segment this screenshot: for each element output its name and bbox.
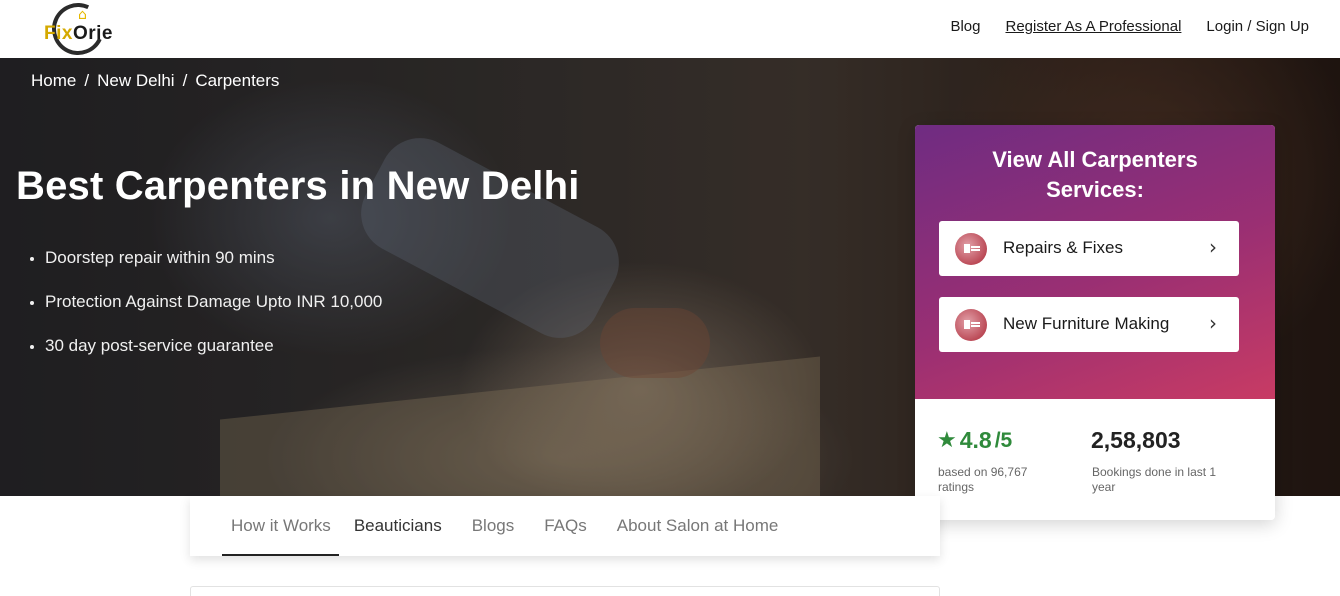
section-tabs: How it Works Beauticians Blogs FAQs Abou… (190, 496, 940, 556)
feature-item: Protection Against Damage Upto INR 10,00… (30, 292, 382, 312)
breadcrumb: Home / New Delhi / Carpenters (31, 71, 279, 91)
services-card-header: View All Carpenters Services: Repairs & … (915, 125, 1275, 399)
rating-caption: based on 96,767 ratings (938, 465, 1028, 494)
chevron-right-icon: › (1209, 311, 1217, 335)
breadcrumb-home[interactable]: Home (31, 71, 76, 91)
feature-item: 30 day post-service guarantee (30, 336, 382, 356)
house-icon: ⌂ (78, 7, 87, 23)
services-card: View All Carpenters Services: Repairs & … (915, 125, 1275, 520)
bookings-caption: Bookings done in last 1 year (1092, 465, 1217, 494)
top-nav: Blog Register As A Professional Login / … (950, 18, 1309, 35)
page-title: Best Carpenters in New Delhi (16, 164, 580, 208)
fixorie-logo[interactable]: ⌂ FixOrie (44, 0, 128, 63)
nav-login-signup-link[interactable]: Login / Sign Up (1206, 18, 1309, 35)
stats-panel: ★ 4.8/5 based on 96,767 ratings 2,58,803… (915, 399, 1275, 520)
repair-service-icon (955, 233, 987, 265)
service-label: New Furniture Making (1003, 314, 1170, 333)
logo-text-orie: Orie (72, 23, 113, 44)
bookings-count: 2,58,803 (1091, 427, 1181, 453)
tab-beauticians[interactable]: Beauticians (339, 496, 457, 556)
service-new-furniture-making[interactable]: New Furniture Making › (939, 297, 1239, 352)
nav-blog-link[interactable]: Blog (950, 18, 980, 35)
logo-text-fix: Fix (44, 23, 73, 44)
breadcrumb-separator: / (182, 71, 188, 90)
tab-about-salon-at-home[interactable]: About Salon at Home (602, 496, 794, 556)
breadcrumb-new-delhi[interactable]: New Delhi (97, 71, 174, 91)
rating-number: 4.8 (959, 427, 992, 453)
star-icon: ★ (937, 428, 957, 453)
feature-list: Doorstep repair within 90 mins Protectio… (30, 248, 382, 380)
chevron-right-icon: › (1209, 235, 1217, 259)
breadcrumb-separator: / (84, 71, 90, 90)
tab-faqs[interactable]: FAQs (529, 496, 602, 556)
service-repairs-fixes[interactable]: Repairs & Fixes › (939, 221, 1239, 276)
tab-blogs[interactable]: Blogs (457, 496, 530, 556)
nav-register-professional-link[interactable]: Register As A Professional (1005, 18, 1181, 35)
rating-value: ★ 4.8/5 (937, 427, 1012, 454)
feature-item: Doorstep repair within 90 mins (30, 248, 382, 268)
breadcrumb-carpenters[interactable]: Carpenters (195, 71, 279, 91)
logo-text: FixOrie (44, 23, 113, 45)
services-card-title: View All Carpenters Services: (915, 145, 1275, 205)
services-card-title-line2: Services: (1046, 177, 1144, 202)
tab-how-it-works[interactable]: How it Works (222, 496, 339, 556)
services-card-title-line1: View All Carpenters (992, 147, 1198, 172)
furniture-service-icon (955, 309, 987, 341)
service-label: Repairs & Fixes (1003, 238, 1123, 257)
rating-denominator: /5 (994, 428, 1013, 452)
content-panel (190, 586, 940, 596)
top-header: ⌂ FixOrie Blog Register As A Professiona… (0, 0, 1340, 63)
